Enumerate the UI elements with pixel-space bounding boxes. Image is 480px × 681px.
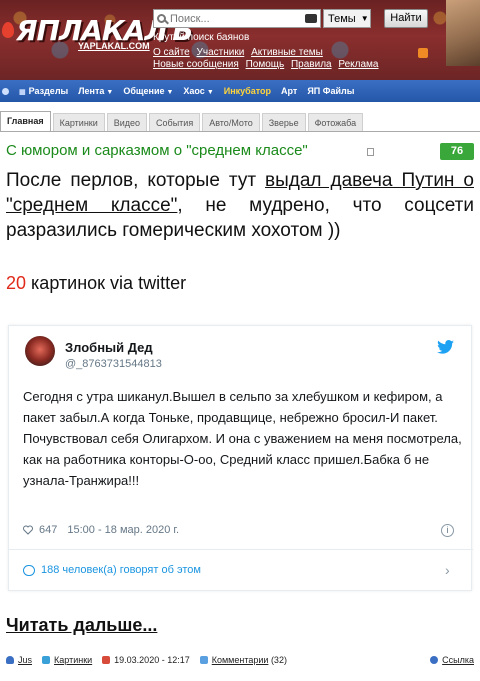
find-button[interactable]: Найти — [384, 9, 428, 28]
chevron-down-icon: ▼ — [360, 14, 369, 23]
nav-item-label: Разделы — [28, 86, 69, 96]
post-meta-row: Jus Картинки 19.03.2020 - 12:17 Коммента… — [6, 653, 474, 667]
heart-icon[interactable] — [23, 525, 33, 535]
post-date-text: 19.03.2020 - 12:17 — [114, 655, 190, 665]
header-links-row1: О сайте Участники Активные темы — [153, 47, 327, 58]
tweet-time[interactable]: 15:00 - 18 мар. 2020 г. — [67, 524, 179, 536]
post-author-name: Jus — [18, 655, 33, 665]
tab-events[interactable]: События — [149, 113, 201, 132]
tab-photoshop[interactable]: Фотожаба — [307, 113, 364, 132]
calendar-icon — [102, 656, 111, 664]
chevron-right-icon[interactable]: › — [445, 562, 450, 578]
picture-count-text: картинок via twitter — [26, 273, 187, 293]
link-icon — [430, 656, 439, 664]
comments-icon — [199, 656, 208, 664]
tweet-text: Сегодня с утра шиканул.Вышел в сельпо за… — [23, 389, 462, 488]
link-active-topics[interactable]: Активные темы — [251, 47, 323, 58]
tweet-likes[interactable]: 647 — [39, 524, 57, 536]
rss-icon[interactable] — [418, 48, 428, 58]
post-author[interactable]: Jus — [6, 655, 32, 665]
tabs-divider — [0, 131, 480, 132]
link-rules[interactable]: Правила — [291, 59, 332, 70]
permalink-label: Ссылка — [442, 655, 474, 665]
embedded-tweet[interactable]: Злобный Дед @_8763731544813 Сегодня с ут… — [8, 325, 473, 591]
nav-item-chaos[interactable]: Хаос ▼ — [183, 86, 213, 96]
link-ads[interactable]: Реклама — [338, 59, 378, 70]
header-links-row2: Новые сообщения Помощь Правила Реклама — [153, 59, 383, 70]
link-new-messages[interactable]: Новые сообщения — [153, 59, 239, 70]
nav-item-art[interactable]: Арт — [281, 86, 297, 96]
article-title[interactable]: С юмором и сарказмом о "среднем классе" — [6, 142, 308, 159]
link-members[interactable]: Участники — [197, 47, 245, 58]
tweet-replies-text: 188 человек(а) говорят об этом — [41, 564, 201, 576]
nav-item-social[interactable]: Общение ▼ — [123, 86, 173, 96]
search-tagline: Крутой поиск баянов — [153, 32, 250, 43]
tweet-meta: 647 15:00 - 18 мар. 2020 г. — [23, 524, 187, 536]
article-body: После перлов, которые тут выдал давеча П… — [6, 168, 474, 243]
nav-item-label: Общение — [123, 86, 165, 96]
reply-bubble-icon — [23, 564, 35, 576]
search-box[interactable] — [153, 9, 321, 28]
tab-auto-moto[interactable]: Авто/Мото — [202, 113, 260, 132]
user-avatar[interactable] — [446, 0, 480, 66]
main-nav: ▦ Разделы Лента ▼ Общение ▼ Хаос ▼ Инкубатор… — [0, 80, 480, 102]
user-icon — [6, 656, 14, 664]
logo-drop-icon — [2, 22, 14, 38]
body-text-start: После перлов, которые тут — [6, 170, 266, 191]
topics-select[interactable]: Темы ▼ — [323, 9, 371, 28]
tab-main[interactable]: Главная — [0, 111, 51, 132]
comments-label: Комментарии — [211, 655, 269, 665]
nav-item-feed[interactable]: Лента ▼ — [78, 86, 113, 96]
info-icon[interactable]: i — [441, 524, 454, 537]
post-permalink[interactable]: Ссылка — [430, 655, 474, 665]
chevron-down-icon: ▼ — [206, 89, 214, 96]
folder-icon — [42, 656, 51, 664]
post-date: 19.03.2020 - 12:17 — [102, 655, 190, 665]
page-icon[interactable] — [367, 148, 374, 156]
topics-select-label: Темы — [328, 12, 356, 25]
camera-icon[interactable] — [305, 14, 317, 23]
comments-count: (32) — [270, 655, 287, 665]
tweet-author-name[interactable]: Злобный Дед — [65, 340, 153, 355]
read-more-link[interactable]: Читать дальше... — [6, 615, 157, 636]
home-icon[interactable] — [2, 87, 9, 95]
twitter-bird-icon[interactable] — [437, 340, 454, 354]
search-icon — [157, 14, 166, 23]
link-about[interactable]: О сайте — [153, 47, 190, 58]
nav-item-sections[interactable]: ▦ Разделы — [19, 86, 68, 96]
tab-video[interactable]: Видео — [106, 113, 148, 132]
nav-item-label: Лента — [78, 86, 105, 96]
nav-item-incubator[interactable]: Инкубатор — [224, 86, 271, 96]
picture-count: 20 картинок via twitter — [6, 273, 186, 294]
post-comments[interactable]: Комментарии (32) — [199, 655, 287, 665]
tweet-divider — [9, 549, 473, 550]
logo-subtitle[interactable]: YAPLAKAL.COM — [78, 41, 150, 51]
tab-pictures[interactable]: Картинки — [52, 113, 105, 132]
nav-item-files[interactable]: ЯП Файлы — [307, 86, 354, 96]
post-category-name: Картинки — [54, 655, 93, 665]
chevron-down-icon: ▼ — [166, 89, 174, 96]
sections-icon: ▦ — [19, 89, 26, 96]
chevron-down-icon: ▼ — [106, 89, 114, 96]
tweet-replies-link[interactable]: 188 человек(а) говорят об этом — [23, 564, 201, 576]
rating-badge[interactable]: 76 — [440, 143, 474, 160]
picture-count-number: 20 — [6, 273, 27, 293]
nav-item-label: Хаос — [183, 86, 205, 96]
post-category[interactable]: Картинки — [42, 655, 92, 665]
search-input[interactable] — [170, 12, 300, 25]
category-tabs: Главная Картинки Видео События Авто/Мото… — [0, 110, 480, 132]
tweet-author-handle[interactable]: @_8763731544813 — [65, 358, 162, 370]
tweet-avatar[interactable] — [25, 336, 55, 366]
site-header: ЯПЛАКАЛЪ YAPLAKAL.COM Темы ▼ Найти Круто… — [0, 0, 480, 80]
tab-animals[interactable]: Зверье — [261, 113, 306, 132]
link-help[interactable]: Помощь — [246, 59, 285, 70]
